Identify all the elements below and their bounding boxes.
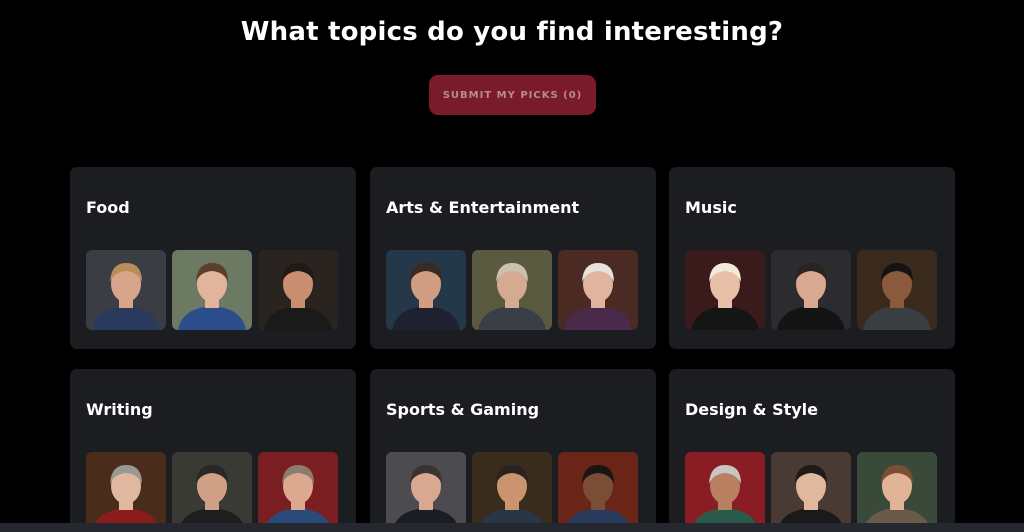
instructor-photos — [86, 250, 338, 330]
topic-card-title: Music — [685, 198, 737, 217]
instructor-photo — [86, 250, 166, 330]
topic-card[interactable]: Arts & Entertainment — [370, 167, 656, 349]
bottom-bar — [0, 523, 1024, 532]
instructor-photo — [857, 452, 937, 532]
instructor-photo — [258, 452, 338, 532]
instructor-photo — [258, 250, 338, 330]
topic-card[interactable]: Writing — [70, 369, 356, 532]
instructor-photos — [86, 452, 338, 532]
instructor-photo — [172, 250, 252, 330]
instructor-photo — [558, 452, 638, 532]
instructor-photo — [771, 250, 851, 330]
topic-card[interactable]: Sports & Gaming — [370, 369, 656, 532]
topic-card-title: Food — [86, 198, 130, 217]
instructor-photos — [685, 452, 937, 532]
topic-card-title: Arts & Entertainment — [386, 198, 580, 217]
topic-card-title: Writing — [86, 400, 153, 419]
instructor-photo — [685, 452, 765, 532]
instructor-photo — [386, 452, 466, 532]
topic-card[interactable]: Design & Style — [669, 369, 955, 532]
topic-card-title: Design & Style — [685, 400, 819, 419]
instructor-photo — [558, 250, 638, 330]
page-title: What topics do you find interesting? — [240, 17, 784, 47]
instructor-photo — [386, 250, 466, 330]
instructor-photos — [386, 250, 638, 330]
topic-card[interactable]: Food — [70, 167, 356, 349]
instructor-photos — [386, 452, 638, 532]
topic-card[interactable]: Music — [669, 167, 955, 349]
instructor-photos — [685, 250, 937, 330]
instructor-photo — [685, 250, 765, 330]
instructor-photo — [86, 452, 166, 532]
instructor-photo — [771, 452, 851, 532]
instructor-photo — [472, 452, 552, 532]
instructor-photo — [857, 250, 937, 330]
instructor-photo — [472, 250, 552, 330]
submit-picks-button[interactable]: SUBMIT MY PICKS (0) — [429, 75, 596, 115]
topic-card-title: Sports & Gaming — [386, 400, 540, 419]
instructor-photo — [172, 452, 252, 532]
